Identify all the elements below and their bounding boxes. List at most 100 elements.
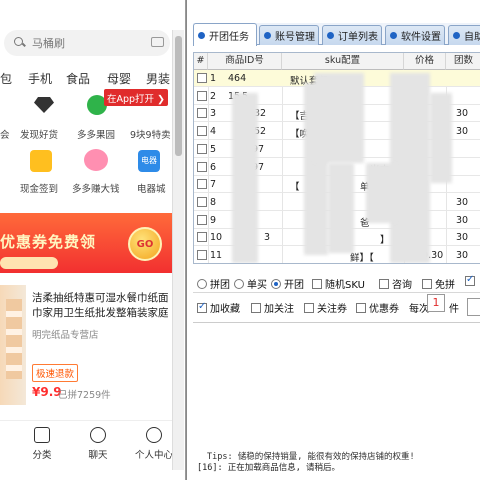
row-checkbox[interactable] [197,214,207,225]
column-header[interactable]: 价格 [404,53,446,70]
category-item[interactable]: 母婴 [107,70,131,87]
category-item[interactable]: 食品 [66,70,90,87]
option-label: 关注券 [317,304,347,315]
check-random-sku[interactable]: 随机SKU [312,276,365,291]
option-label: 单买 [247,280,267,291]
shortcut-label[interactable]: 现金签到 [20,181,58,195]
shortcut-label[interactable]: 会 [0,127,10,141]
checkbox [304,302,314,313]
option-label: 咨询 [392,280,412,291]
tab-group-tasks[interactable]: 开团任务 [193,23,257,46]
search-input[interactable]: 马桶刷 [32,35,65,51]
search-icon [14,37,26,49]
option-label: 拼团 [210,280,230,291]
log-line: [16]: 正在加载商品信息, 请稍后。 [197,463,340,473]
coupon-banner[interactable]: 优惠券免费领 GO [0,213,172,273]
appliance-icon[interactable]: 电器 [138,150,160,172]
tab-orders[interactable]: 订单列表 [322,25,382,45]
open-in-app-button[interactable]: 在App打开 ❯ [104,89,168,106]
diamond-icon[interactable] [34,97,54,113]
bottom-nav: 分类 聊天 个人中心 [0,420,173,480]
banner-pill [0,257,58,269]
calendar-icon[interactable] [30,150,52,172]
shortcut-label[interactable]: 9块9特卖 [130,127,171,141]
row-number: 8 [210,196,217,208]
shortcut-label[interactable]: 多多果园 [77,127,115,141]
cell-fragment: 】 [380,235,390,247]
row-checkbox[interactable] [197,196,207,207]
redaction-mosaic [430,93,452,183]
check-follow[interactable]: 加关注 [251,300,294,315]
row-checkbox[interactable] [197,108,207,119]
column-header[interactable]: 团数 [446,53,480,70]
radio-open-group[interactable]: 开团 [271,276,304,291]
option-label: 免拼 [435,280,455,291]
row-number: 6 [210,161,217,173]
tab-accounts[interactable]: 账号管理 [259,25,319,45]
row-number: 7 [210,179,217,191]
task-options: 拼团 单买 开团 随机SKU 咨询 免拼 加收藏 加关注 关注券 优惠券 每次:… [193,270,480,320]
row-checkbox[interactable] [197,126,207,137]
category-item[interactable]: 包 [0,70,12,87]
option-label: 开团 [284,280,304,291]
shop-name[interactable]: 明完纸品专营店 [32,327,99,341]
category-item[interactable]: 手机 [28,70,52,87]
column-header[interactable]: sku配置 [282,53,404,70]
check-follow-coupon[interactable]: 关注券 [304,300,347,315]
search-bar[interactable]: 马桶刷 [4,30,170,56]
shortcut-label[interactable]: 发现好货 [20,127,58,141]
piggy-bank-icon[interactable] [84,149,108,171]
nav-chat[interactable]: 聊天 [70,427,126,461]
radio-single-buy[interactable]: 单买 [234,276,267,291]
product-image[interactable] [0,285,26,405]
row-checkbox[interactable] [197,232,207,243]
redaction-mosaic [366,163,396,223]
row-number: 2 [210,90,217,102]
product-title[interactable]: 洁柔抽纸特惠可湿水餐巾纸面巾家用卫生纸批发整箱装家庭 [32,291,172,321]
page-scrollbar[interactable] [172,30,184,470]
row-checkbox[interactable] [197,143,207,154]
go-button[interactable]: GO [128,227,162,261]
column-header[interactable]: # [194,53,208,70]
checkbox [356,302,366,313]
row-checkbox[interactable] [197,73,207,83]
tab-self-service[interactable]: 自助 [448,25,480,45]
check-favorite[interactable]: 加收藏 [197,300,240,315]
row-checkbox[interactable] [197,161,207,172]
check-coupon[interactable]: 优惠券 [356,300,399,315]
row-checkbox[interactable] [197,250,207,260]
per-time-input[interactable]: 1 [427,294,445,312]
category-icon [34,427,50,443]
cell-fragment: 3 [264,232,271,244]
checkbox [422,278,432,289]
tab-label: 账号管理 [275,32,315,43]
extra-input[interactable] [467,298,480,316]
shortcut-label[interactable]: 电器城 [137,181,166,195]
radio-group-buy[interactable]: 拼团 [197,276,230,291]
column-header[interactable]: 商品ID号 [208,53,282,70]
scrollbar-thumb[interactable] [175,36,182,156]
check-consult[interactable]: 咨询 [379,276,412,291]
row-number: 5 [210,143,217,155]
check-extra[interactable] [465,274,478,286]
checkbox [465,274,475,286]
product-id-cell: 464 [228,73,247,84]
radio-circle [234,278,244,289]
refund-tag: 极速退款 [32,364,79,382]
tab-label: 自助 [464,32,480,43]
row-number: 11 [210,250,223,261]
category-bar: 包 手机 食品 母婴 男装 [0,70,172,86]
tab-settings[interactable]: 软件设置 [385,25,445,45]
row-checkbox[interactable] [197,90,207,101]
shortcut-label[interactable]: 多多赚大钱 [72,181,120,195]
camera-icon[interactable] [151,37,164,47]
tab-label: 开团任务 [209,31,249,43]
check-no-group[interactable]: 免拼 [422,276,455,291]
tab-bar: 开团任务 账号管理 订单列表 软件设置 自助 [193,23,480,46]
tab-dot-icon [453,32,460,39]
radio-circle [271,278,281,289]
nav-category[interactable]: 分类 [14,427,70,461]
row-checkbox[interactable] [197,179,207,190]
team-count-cell: 30 [456,232,469,244]
category-item[interactable]: 男装 [146,70,170,87]
